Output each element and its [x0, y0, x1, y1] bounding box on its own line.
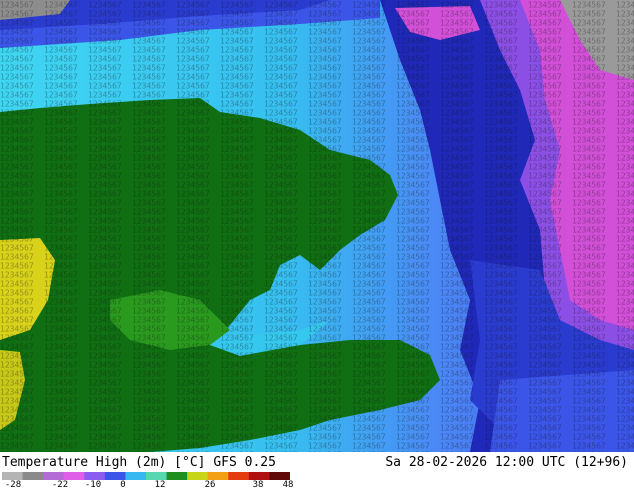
- color-scale-segment: [84, 472, 106, 480]
- color-scale-tick-label: 38: [252, 480, 264, 490]
- color-scale-segment: [269, 472, 290, 480]
- forecast-datetime: Sa 28-02-2026 12:00 UTC (12+96): [385, 455, 628, 470]
- color-scale-segment: [2, 472, 24, 480]
- temperature-value-overlay: [0, 0, 634, 452]
- map-canvas: 1234567: [0, 0, 634, 452]
- color-scale-tick-label: 12: [154, 480, 166, 490]
- color-scale-ticks: -28 -22 -10 0 12 26 38 48: [0, 480, 300, 490]
- color-scale-tick-label: 0: [120, 480, 126, 490]
- color-scale-tick-label: 48: [282, 480, 294, 490]
- color-scale-segment: [207, 472, 229, 480]
- color-scale-segment: [248, 472, 270, 480]
- color-scale-segment: [63, 472, 85, 480]
- color-scale-segment: [104, 472, 126, 480]
- map-title: Temperature High (2m) [°C] GFS 0.25: [2, 455, 276, 470]
- color-scale-segment: [43, 472, 65, 480]
- color-scale-segment: [125, 472, 147, 480]
- color-scale-segment: [22, 472, 44, 480]
- color-scale-bar: [2, 472, 290, 480]
- color-scale-tick-label: -10: [84, 480, 102, 490]
- temperature-map[interactable]: 1234567: [0, 0, 634, 452]
- color-scale-segment: [228, 472, 250, 480]
- color-scale-tick-label: -22: [51, 480, 69, 490]
- color-scale-tick-label: -28: [4, 480, 22, 490]
- color-scale-segment: [146, 472, 168, 480]
- color-scale-tick-label: 26: [204, 480, 216, 490]
- color-scale-segment: [187, 472, 209, 480]
- map-footer: Temperature High (2m) [°C] GFS 0.25 Sa 2…: [0, 452, 634, 490]
- color-scale-segment: [166, 472, 188, 480]
